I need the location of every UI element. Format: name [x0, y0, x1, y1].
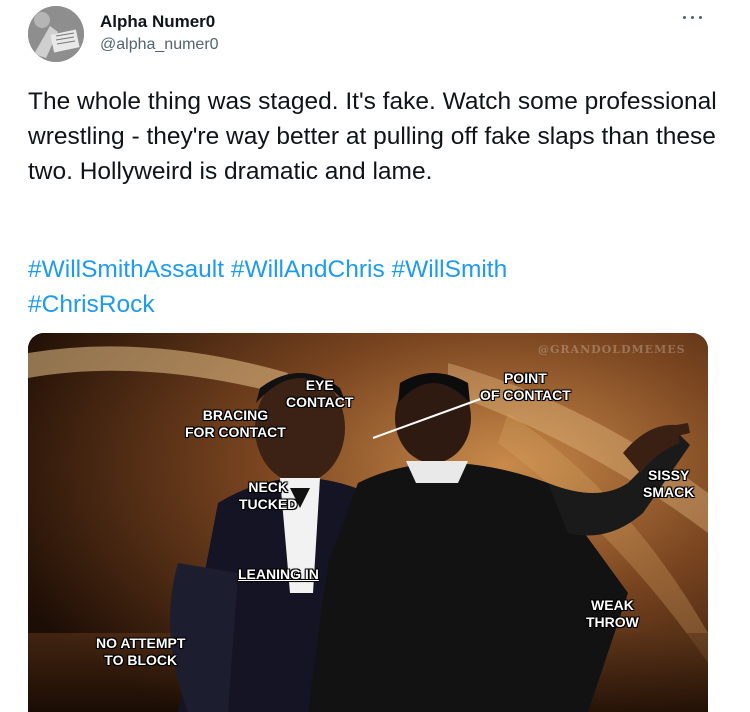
- label-sissy-text: SISSY SMACK: [643, 467, 695, 500]
- tweet-media-image[interactable]: @GRANDOLDMEMES EYE CONTACT BRACING FOR C…: [28, 333, 708, 712]
- label-eye-contact: EYE CONTACT: [286, 377, 353, 411]
- label-bracing-text: BRACING FOR CONTACT: [185, 407, 286, 440]
- author-name[interactable]: Alpha Numer0: [100, 12, 215, 32]
- more-horizontal-icon[interactable]: [683, 12, 705, 22]
- label-eye-contact-text: EYE CONTACT: [286, 377, 354, 410]
- label-sissy-smack: SISSY SMACK: [643, 467, 694, 501]
- label-point-of-contact: POINT OF CONTACT: [480, 370, 571, 404]
- label-point-text: POINT OF CONTACT: [480, 370, 571, 403]
- label-no-attempt: NO ATTEMPT TO BLOCK: [96, 635, 185, 669]
- hashtag-list: #WillSmithAssault #WillAndChris #WillSmi…: [28, 252, 728, 322]
- label-weak-throw: WEAK THROW: [586, 597, 639, 631]
- watermark: @GRANDOLDMEMES: [538, 343, 686, 356]
- label-no-attempt-text: NO ATTEMPT TO BLOCK: [96, 635, 186, 668]
- hashtag-link[interactable]: #WillSmithAssault: [28, 256, 224, 283]
- label-leaning-in: LEANING IN: [238, 566, 319, 582]
- tweet-text: The whole thing was staged. It's fake. W…: [28, 88, 717, 185]
- avatar[interactable]: [28, 6, 84, 62]
- author-handle[interactable]: @alpha_numer0: [100, 36, 219, 54]
- label-bracing-for-contact: BRACING FOR CONTACT: [185, 407, 286, 441]
- hashtag-link[interactable]: #ChrisRock: [28, 291, 155, 318]
- label-weak-text: WEAK THROW: [586, 597, 639, 630]
- tweet: Alpha Numer0 @alpha_numer0 The whole thi…: [0, 0, 750, 712]
- label-neck-text: NECK TUCKED: [239, 479, 298, 512]
- hashtag-link[interactable]: #WillAndChris: [231, 256, 385, 283]
- label-neck-tucked: NECK TUCKED: [239, 479, 297, 513]
- avatar-image: [28, 6, 84, 62]
- hashtag-link[interactable]: #WillSmith: [392, 256, 508, 283]
